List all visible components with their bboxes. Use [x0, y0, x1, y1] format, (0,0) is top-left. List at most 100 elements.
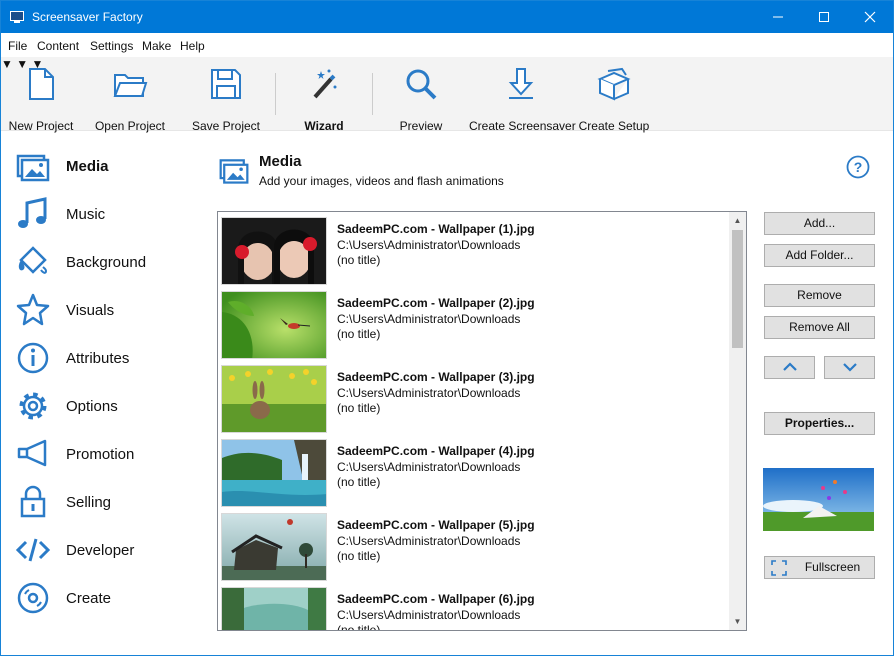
create-screensaver-label: Create Screensaver: [469, 119, 576, 133]
thumbnail-image: [221, 587, 327, 630]
lock-icon: [20, 485, 46, 518]
file-path: C:\Users\Administrator\Downloads: [337, 534, 521, 548]
minimize-button[interactable]: [755, 1, 801, 33]
media-icon: [16, 154, 50, 182]
sidebar-item-background[interactable]: Background: [15, 244, 205, 280]
section-title: Media: [259, 153, 302, 170]
package-icon: [597, 67, 631, 101]
remove-button[interactable]: Remove: [764, 284, 875, 307]
menu-make[interactable]: Make: [142, 39, 171, 53]
sidebar-item-music[interactable]: Music: [15, 196, 205, 232]
download-icon: [508, 68, 534, 99]
sidebar-item-attributes[interactable]: Attributes: [15, 340, 205, 376]
menu-file[interactable]: File: [8, 39, 27, 53]
thumbnail-image: [221, 365, 327, 433]
save-icon: [211, 69, 241, 99]
sidebar-item-media[interactable]: Media: [15, 148, 205, 184]
add-folder-button[interactable]: Add Folder...: [764, 244, 875, 267]
menu-content[interactable]: Content: [37, 39, 79, 53]
save-project-label: Save Project: [191, 119, 261, 133]
wizard-label: Wizard: [304, 119, 344, 133]
code-icon: [15, 538, 51, 562]
chevron-down-icon: [842, 363, 857, 372]
disc-icon: [17, 582, 49, 614]
menu-help[interactable]: Help: [180, 39, 205, 53]
new-file-icon: [29, 68, 54, 100]
sidebar-item-promotion[interactable]: Promotion: [15, 436, 205, 472]
megaphone-icon: [17, 439, 47, 467]
sidebar-item-label: Background: [66, 254, 147, 271]
title-bar: Screensaver Factory: [1, 1, 893, 33]
info-icon: [17, 342, 49, 374]
list-scrollbar[interactable]: ▲ ▼: [729, 212, 746, 630]
scroll-up-icon[interactable]: ▲: [729, 212, 746, 229]
create-setup-button[interactable]: Create Setup: [578, 67, 650, 133]
sidebar-item-visuals[interactable]: Visuals: [15, 292, 205, 328]
maximize-button[interactable]: [801, 1, 847, 33]
save-project-button[interactable]: Save Project: [191, 67, 261, 133]
section-subtitle: Add your images, videos and flash animat…: [259, 174, 504, 188]
new-project-button[interactable]: New Project: [7, 67, 75, 133]
thumbnail-image: [221, 513, 327, 581]
menu-settings[interactable]: Settings: [90, 39, 133, 53]
properties-button[interactable]: Properties...: [764, 412, 875, 435]
fullscreen-button[interactable]: Fullscreen: [764, 556, 875, 579]
file-name: SadeemPC.com - Wallpaper (1).jpg: [337, 222, 535, 236]
create-setup-label: Create Setup: [578, 119, 650, 133]
window-title: Screensaver Factory: [32, 10, 143, 24]
new-project-label: New Project: [8, 119, 74, 133]
media-section-icon: [219, 159, 249, 184]
magnifier-icon: [406, 69, 437, 100]
minimize-icon: [773, 16, 783, 18]
file-title: (no title): [337, 623, 381, 631]
sidebar-item-label: Selling: [66, 494, 112, 511]
wizard-button[interactable]: Wizard: [295, 67, 353, 133]
paint-bucket-icon: [18, 246, 48, 274]
file-title: (no title): [337, 401, 381, 415]
remove-all-button[interactable]: Remove All: [764, 316, 875, 339]
svg-text:?: ?: [854, 159, 863, 175]
music-icon: [18, 197, 47, 228]
toolbar: New Project ▼ Open Project ▼ Save Projec…: [1, 57, 893, 133]
app-icon: [10, 11, 24, 23]
list-item[interactable]: SadeemPC.com - Wallpaper (1).jpg C:\User…: [221, 217, 726, 289]
scroll-down-icon[interactable]: ▼: [729, 613, 746, 630]
sidebar-item-developer[interactable]: Developer: [15, 532, 205, 568]
sidebar-item-label: Media: [66, 158, 109, 175]
magic-wand-icon: [313, 69, 337, 99]
move-up-button[interactable]: [764, 356, 815, 379]
list-item[interactable]: SadeemPC.com - Wallpaper (4).jpg C:\User…: [221, 439, 726, 511]
list-item[interactable]: SadeemPC.com - Wallpaper (3).jpg C:\User…: [221, 365, 726, 437]
fullscreen-label: Fullscreen: [804, 560, 861, 574]
add-button[interactable]: Add...: [764, 212, 875, 235]
file-title: (no title): [337, 475, 381, 489]
sidebar-item-create[interactable]: Create: [15, 580, 205, 616]
thumbnail-image: [221, 439, 327, 507]
file-name: SadeemPC.com - Wallpaper (2).jpg: [337, 296, 535, 310]
file-path: C:\Users\Administrator\Downloads: [337, 460, 521, 474]
list-item[interactable]: SadeemPC.com - Wallpaper (2).jpg C:\User…: [221, 291, 726, 363]
close-button[interactable]: [847, 1, 893, 33]
list-item[interactable]: SadeemPC.com - Wallpaper (5).jpg C:\User…: [221, 513, 726, 585]
preview-image: [763, 468, 874, 531]
open-project-button[interactable]: Open Project: [93, 67, 167, 133]
file-title: (no title): [337, 253, 381, 267]
file-path: C:\Users\Administrator\Downloads: [337, 312, 521, 326]
create-screensaver-button[interactable]: Create Screensaver: [469, 67, 576, 133]
preview-label: Preview: [399, 119, 443, 133]
close-icon: [864, 11, 876, 23]
list-item[interactable]: SadeemPC.com - Wallpaper (6).jpg C:\User…: [221, 587, 726, 631]
sidebar-item-options[interactable]: Options: [15, 388, 205, 424]
thumbnail-image: [221, 217, 327, 285]
help-icon[interactable]: ?: [846, 155, 870, 179]
toolbar-separator: [275, 73, 276, 115]
sidebar-item-selling[interactable]: Selling: [15, 484, 205, 520]
star-icon: [16, 293, 50, 326]
maximize-icon: [819, 12, 829, 22]
move-down-button[interactable]: [824, 356, 875, 379]
preview-button[interactable]: Preview: [393, 67, 449, 133]
sidebar-item-label: Music: [66, 206, 106, 223]
scroll-thumb[interactable]: [732, 230, 743, 348]
sidebar-item-label: Options: [66, 398, 118, 415]
media-list[interactable]: SadeemPC.com - Wallpaper (1).jpg C:\User…: [217, 211, 747, 631]
